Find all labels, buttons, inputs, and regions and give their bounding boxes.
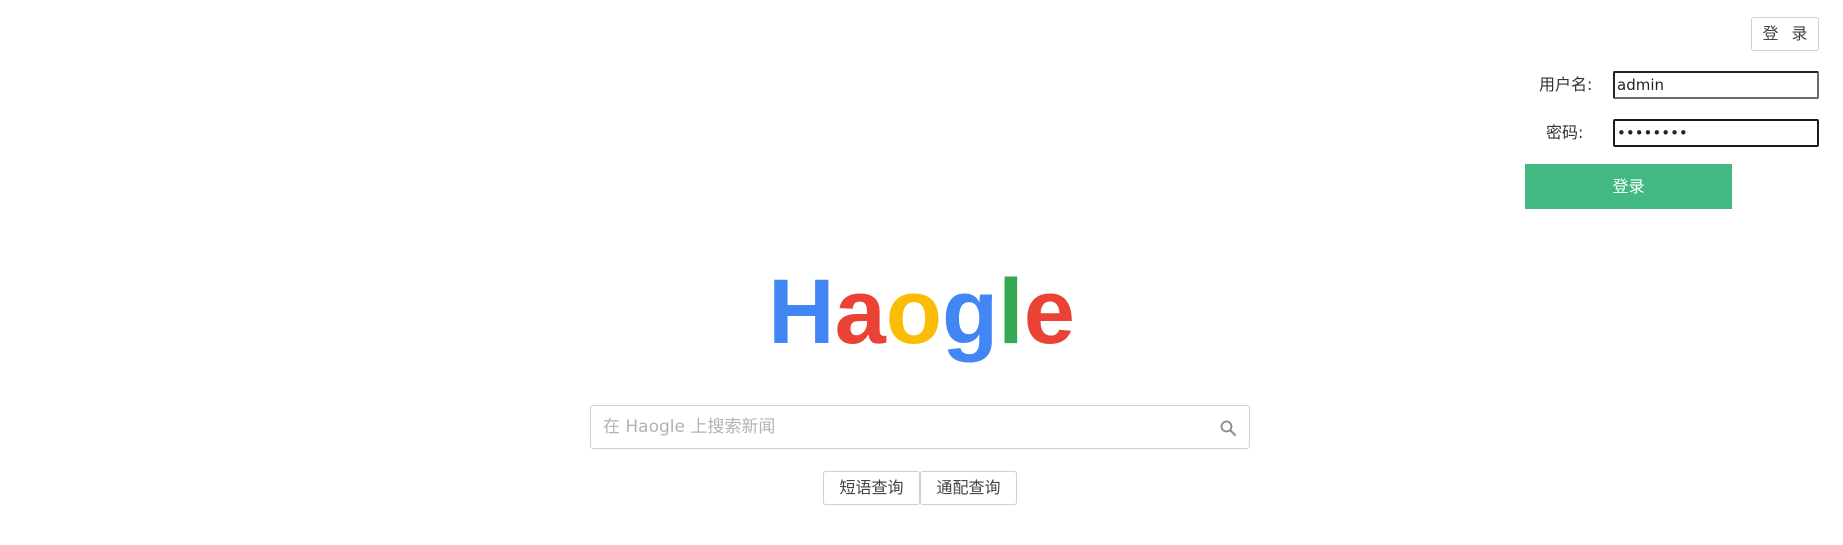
password-label: 密码: [1546, 123, 1584, 142]
logo-letter: l [998, 261, 1024, 363]
logo-letter: H [768, 261, 835, 363]
password-row: 密码: [1525, 118, 1825, 148]
username-input[interactable] [1613, 71, 1819, 99]
logo-letter: g [941, 261, 999, 363]
phrase-query-button[interactable]: 短语查询 [823, 471, 920, 505]
search-icon[interactable] [1219, 419, 1237, 437]
wildcard-query-button[interactable]: 通配查询 [920, 471, 1017, 505]
login-submit-button[interactable]: 登录 [1525, 164, 1732, 209]
logo-letter: o [885, 261, 942, 363]
search-box [590, 405, 1250, 449]
logo-letter: a [834, 261, 886, 363]
password-input[interactable] [1613, 119, 1819, 147]
username-label: 用户名: [1539, 75, 1593, 94]
search-input[interactable] [603, 406, 1203, 448]
username-row: 用户名: [1525, 70, 1825, 100]
haogle-logo: Haogle [0, 262, 1843, 362]
logo-letter: e [1023, 261, 1075, 363]
header-login-button[interactable]: 登 录 [1751, 17, 1819, 51]
